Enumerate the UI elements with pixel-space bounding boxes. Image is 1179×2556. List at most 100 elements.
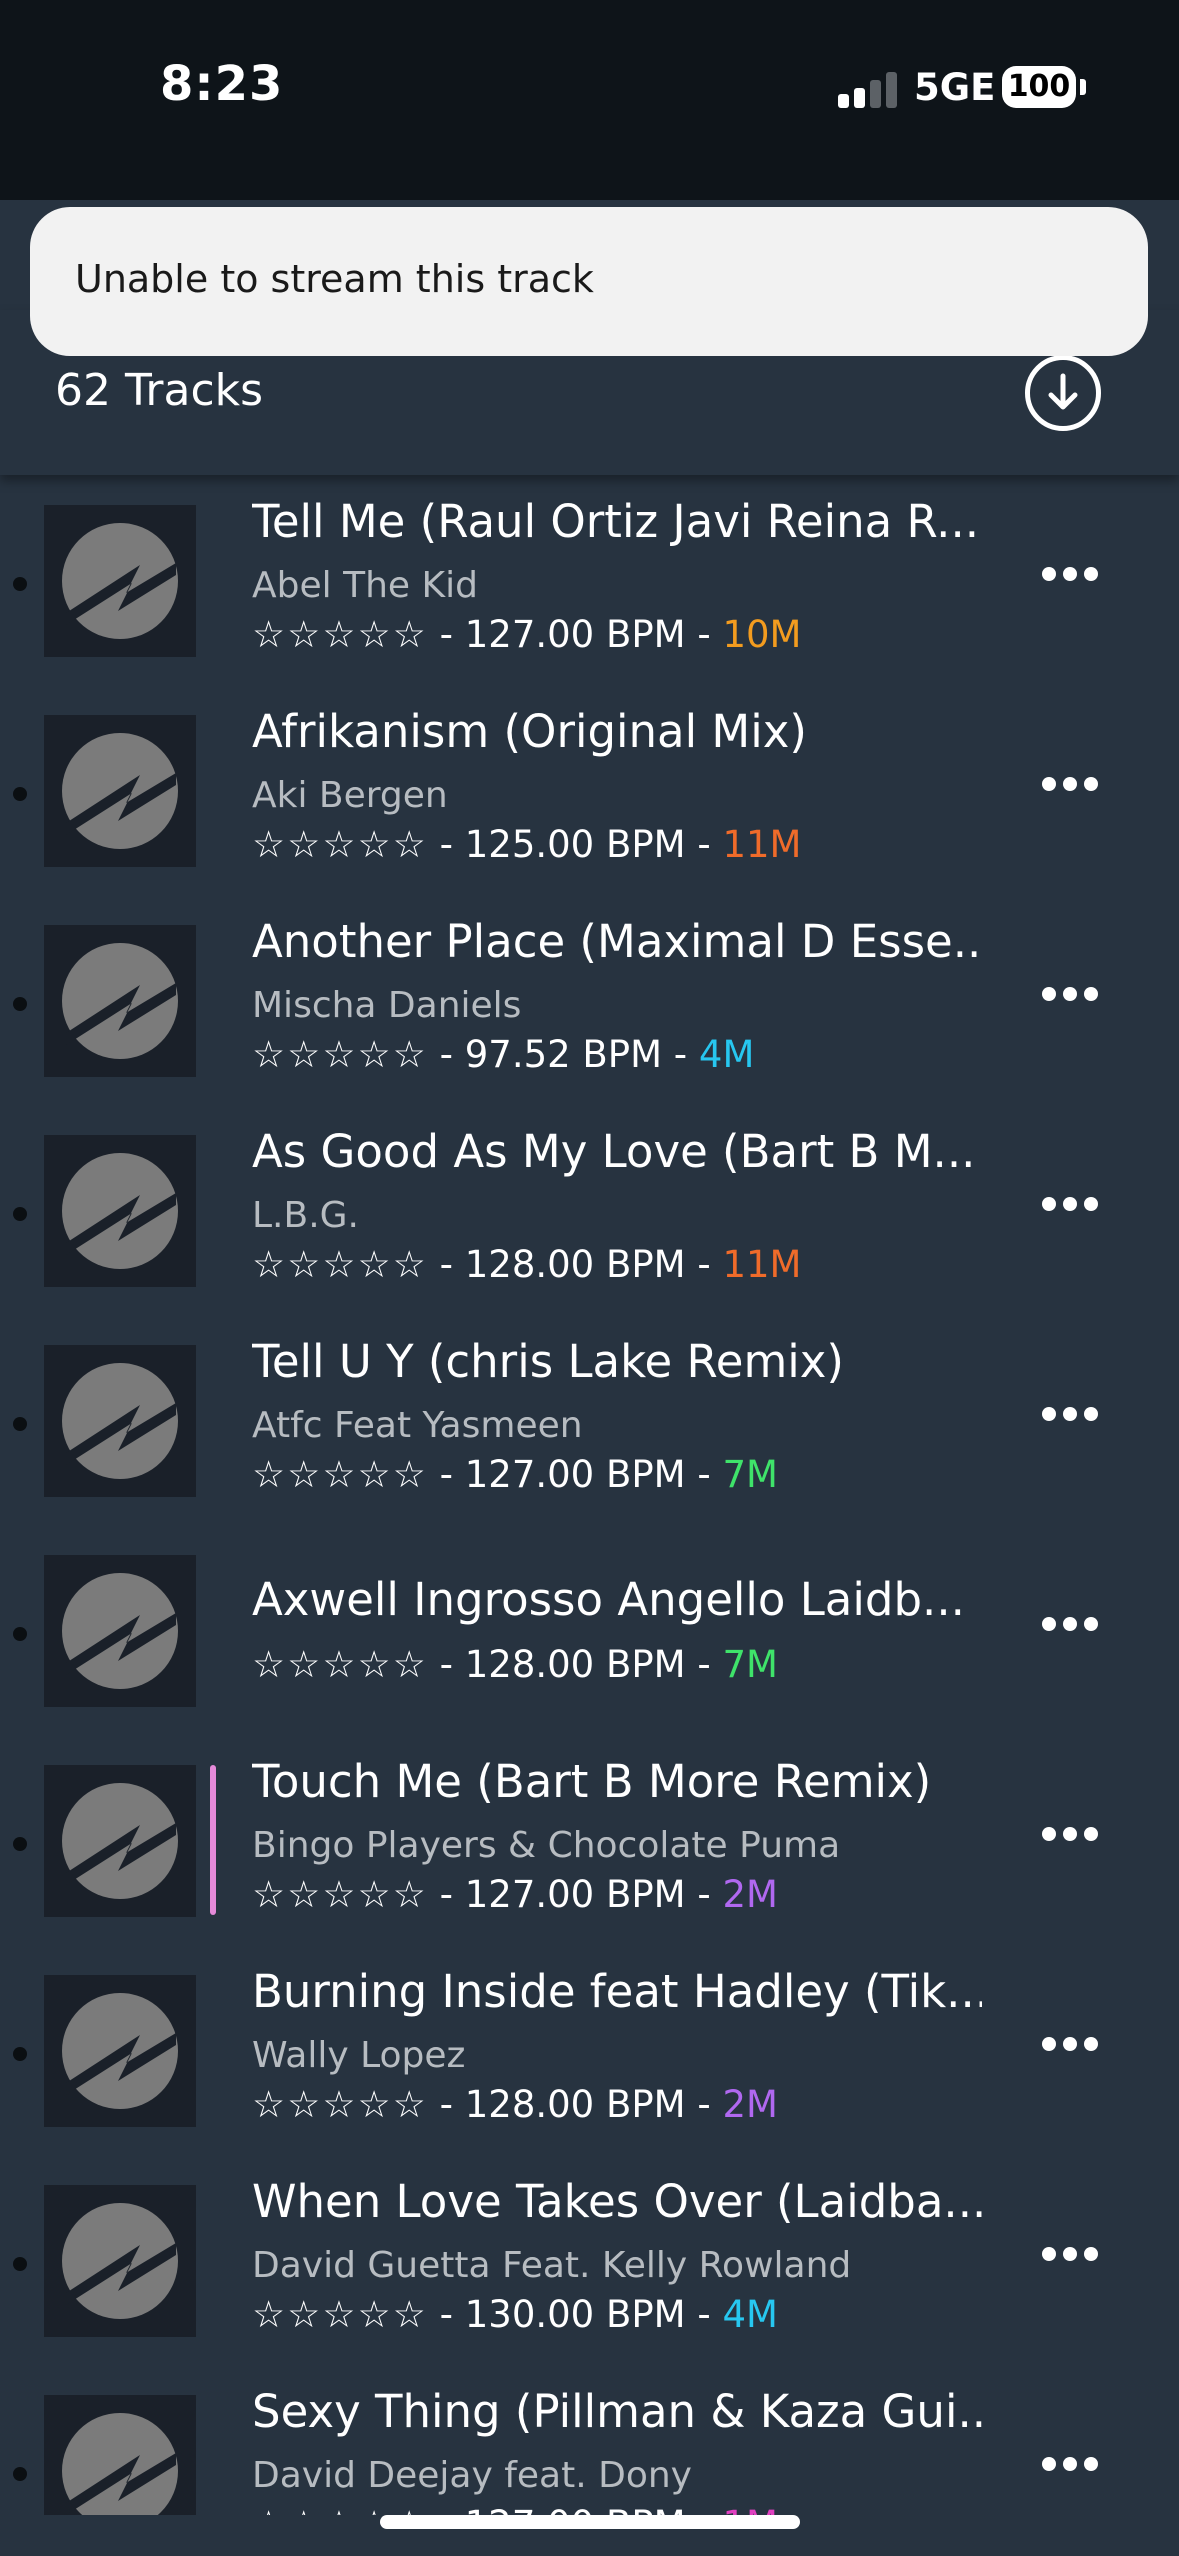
more-horizontal-icon bbox=[1042, 567, 1056, 581]
track-title: Another Place (Maximal D Esse... bbox=[252, 915, 982, 968]
track-bpm: - 127.00 BPM - bbox=[427, 613, 723, 656]
rating-stars[interactable]: ☆☆☆☆☆ bbox=[252, 2503, 428, 2515]
rating-stars[interactable]: ☆☆☆☆☆ bbox=[252, 1643, 428, 1686]
track-row[interactable]: When Love Takes Over (Laidba... David Gue… bbox=[0, 2155, 1179, 2365]
track-artist: Mischa Daniels bbox=[252, 985, 522, 1026]
track-meta: ☆☆☆☆☆ - 97.52 BPM - 4M bbox=[252, 1033, 754, 1076]
more-dot bbox=[1084, 987, 1098, 1001]
placeholder-disc-icon bbox=[62, 1363, 178, 1479]
more-options-button[interactable] bbox=[1040, 563, 1100, 587]
track-title: As Good As My Love (Bart B M... bbox=[252, 1125, 976, 1178]
more-dot bbox=[1084, 1197, 1098, 1211]
track-size: 1M bbox=[722, 2503, 777, 2515]
track-artwork bbox=[44, 1975, 196, 2127]
download-icon bbox=[1048, 373, 1078, 410]
rating-stars[interactable]: ☆☆☆☆☆ bbox=[252, 613, 428, 656]
more-options-button[interactable] bbox=[1040, 1823, 1100, 1847]
track-artist: Abel The Kid bbox=[252, 565, 478, 606]
more-dot bbox=[1084, 2247, 1098, 2261]
row-indicator-dot bbox=[13, 997, 27, 1011]
rating-stars[interactable]: ☆☆☆☆☆ bbox=[252, 823, 428, 866]
status-time: 8:23 bbox=[160, 56, 284, 112]
more-horizontal-icon bbox=[1042, 2457, 1056, 2471]
toast-notification[interactable]: Unable to stream this track bbox=[30, 207, 1148, 356]
placeholder-disc-icon bbox=[62, 733, 178, 849]
track-meta: ☆☆☆☆☆ - 127.00 BPM - 2M bbox=[252, 1873, 778, 1916]
placeholder-disc-icon bbox=[62, 2203, 178, 2319]
track-meta: ☆☆☆☆☆ - 128.00 BPM - 11M bbox=[252, 1243, 801, 1286]
track-bpm: - 128.00 BPM - bbox=[427, 2083, 723, 2126]
track-artwork bbox=[44, 2395, 196, 2515]
track-artwork bbox=[44, 1765, 196, 1917]
row-indicator-dot bbox=[13, 1837, 27, 1851]
track-meta: ☆☆☆☆☆ - 127.00 BPM - 7M bbox=[252, 1453, 778, 1496]
more-options-button[interactable] bbox=[1040, 1193, 1100, 1217]
track-title: Tell Me (Raul Ortiz Javi Reina R... bbox=[252, 495, 980, 548]
more-options-button[interactable] bbox=[1040, 983, 1100, 1007]
track-artwork bbox=[44, 1345, 196, 1497]
more-options-button[interactable] bbox=[1040, 2243, 1100, 2267]
row-indicator-dot bbox=[13, 787, 27, 801]
home-indicator bbox=[380, 2515, 800, 2529]
track-artwork bbox=[44, 715, 196, 867]
track-artwork bbox=[44, 1135, 196, 1287]
track-meta: ☆☆☆☆☆ - 127.00 BPM - 1M bbox=[252, 2503, 778, 2515]
row-indicator-dot bbox=[13, 1207, 27, 1221]
more-dot bbox=[1084, 1827, 1098, 1841]
more-dot bbox=[1084, 1407, 1098, 1421]
track-size: 4M bbox=[722, 2293, 778, 2336]
more-options-button[interactable] bbox=[1040, 773, 1100, 797]
more-dot bbox=[1063, 1617, 1077, 1631]
rating-stars[interactable]: ☆☆☆☆☆ bbox=[252, 1033, 428, 1076]
more-horizontal-icon bbox=[1042, 987, 1056, 1001]
more-options-button[interactable] bbox=[1040, 1403, 1100, 1427]
rating-stars[interactable]: ☆☆☆☆☆ bbox=[252, 1873, 428, 1916]
track-size: 4M bbox=[698, 1033, 755, 1076]
track-bpm: - 128.00 BPM - bbox=[427, 1643, 723, 1686]
track-meta: ☆☆☆☆☆ - 128.00 BPM - 2M bbox=[252, 2083, 778, 2126]
rating-stars[interactable]: ☆☆☆☆☆ bbox=[252, 1453, 428, 1496]
track-meta: ☆☆☆☆☆ - 128.00 BPM - 7M bbox=[252, 1643, 778, 1686]
download-button[interactable] bbox=[1025, 355, 1101, 431]
more-dot bbox=[1084, 1617, 1098, 1631]
rating-stars[interactable]: ☆☆☆☆☆ bbox=[252, 2083, 428, 2126]
track-title: Touch Me (Bart B More Remix) bbox=[252, 1755, 932, 1808]
rating-stars[interactable]: ☆☆☆☆☆ bbox=[252, 1243, 428, 1286]
track-row[interactable]: Tell U Y (chris Lake Remix) Atfc Feat Yas… bbox=[0, 1315, 1179, 1525]
track-artist: L.B.G. bbox=[252, 1195, 359, 1236]
track-row[interactable]: Afrikanism (Original Mix) Aki Bergen ☆☆☆☆☆… bbox=[0, 685, 1179, 895]
rating-stars[interactable]: ☆☆☆☆☆ bbox=[252, 2293, 428, 2336]
track-size: 7M bbox=[722, 1453, 778, 1496]
more-dot bbox=[1063, 777, 1077, 791]
more-dot bbox=[1063, 567, 1077, 581]
more-dot bbox=[1063, 1407, 1077, 1421]
now-playing-marker bbox=[210, 1765, 216, 1915]
row-indicator-dot bbox=[13, 2257, 27, 2271]
track-list[interactable]: Tell Me (Raul Ortiz Javi Reina R... Abel … bbox=[0, 475, 1179, 2515]
track-size: 7M bbox=[722, 1643, 778, 1686]
more-options-button[interactable] bbox=[1040, 2033, 1100, 2057]
track-artist: Wally Lopez bbox=[252, 2035, 466, 2076]
track-row[interactable]: Tell Me (Raul Ortiz Javi Reina R... Abel … bbox=[0, 475, 1179, 685]
row-indicator-dot bbox=[13, 1627, 27, 1641]
track-row[interactable]: Axwell Ingrosso Angello Laidb... ☆☆☆☆☆ - … bbox=[0, 1525, 1179, 1735]
track-artist: Aki Bergen bbox=[252, 775, 448, 816]
track-bpm: - 128.00 BPM - bbox=[427, 1243, 723, 1286]
track-row[interactable]: Sexy Thing (Pillman & Kaza Gui... David D… bbox=[0, 2365, 1179, 2515]
track-row[interactable]: Another Place (Maximal D Esse... Mischa D… bbox=[0, 895, 1179, 1105]
track-title: When Love Takes Over (Laidba... bbox=[252, 2175, 982, 2228]
track-meta: ☆☆☆☆☆ - 127.00 BPM - 10M bbox=[252, 613, 801, 656]
more-options-button[interactable] bbox=[1040, 2453, 1100, 2477]
track-row[interactable]: Touch Me (Bart B More Remix) Bingo Player… bbox=[0, 1735, 1179, 1945]
track-row[interactable]: Burning Inside feat Hadley (Tik... Wally … bbox=[0, 1945, 1179, 2155]
track-title: Burning Inside feat Hadley (Tik... bbox=[252, 1965, 982, 2018]
track-bpm: - 127.00 BPM - bbox=[427, 1873, 723, 1916]
more-horizontal-icon bbox=[1042, 1197, 1056, 1211]
track-row[interactable]: As Good As My Love (Bart B M... L.B.G. ☆☆☆… bbox=[0, 1105, 1179, 1315]
more-options-button[interactable] bbox=[1040, 1613, 1100, 1637]
track-meta: ☆☆☆☆☆ - 125.00 BPM - 11M bbox=[252, 823, 801, 866]
tracks-count: 62 Tracks bbox=[55, 365, 264, 416]
more-dot bbox=[1084, 567, 1098, 581]
more-horizontal-icon bbox=[1042, 1617, 1056, 1631]
more-horizontal-icon bbox=[1042, 777, 1056, 791]
